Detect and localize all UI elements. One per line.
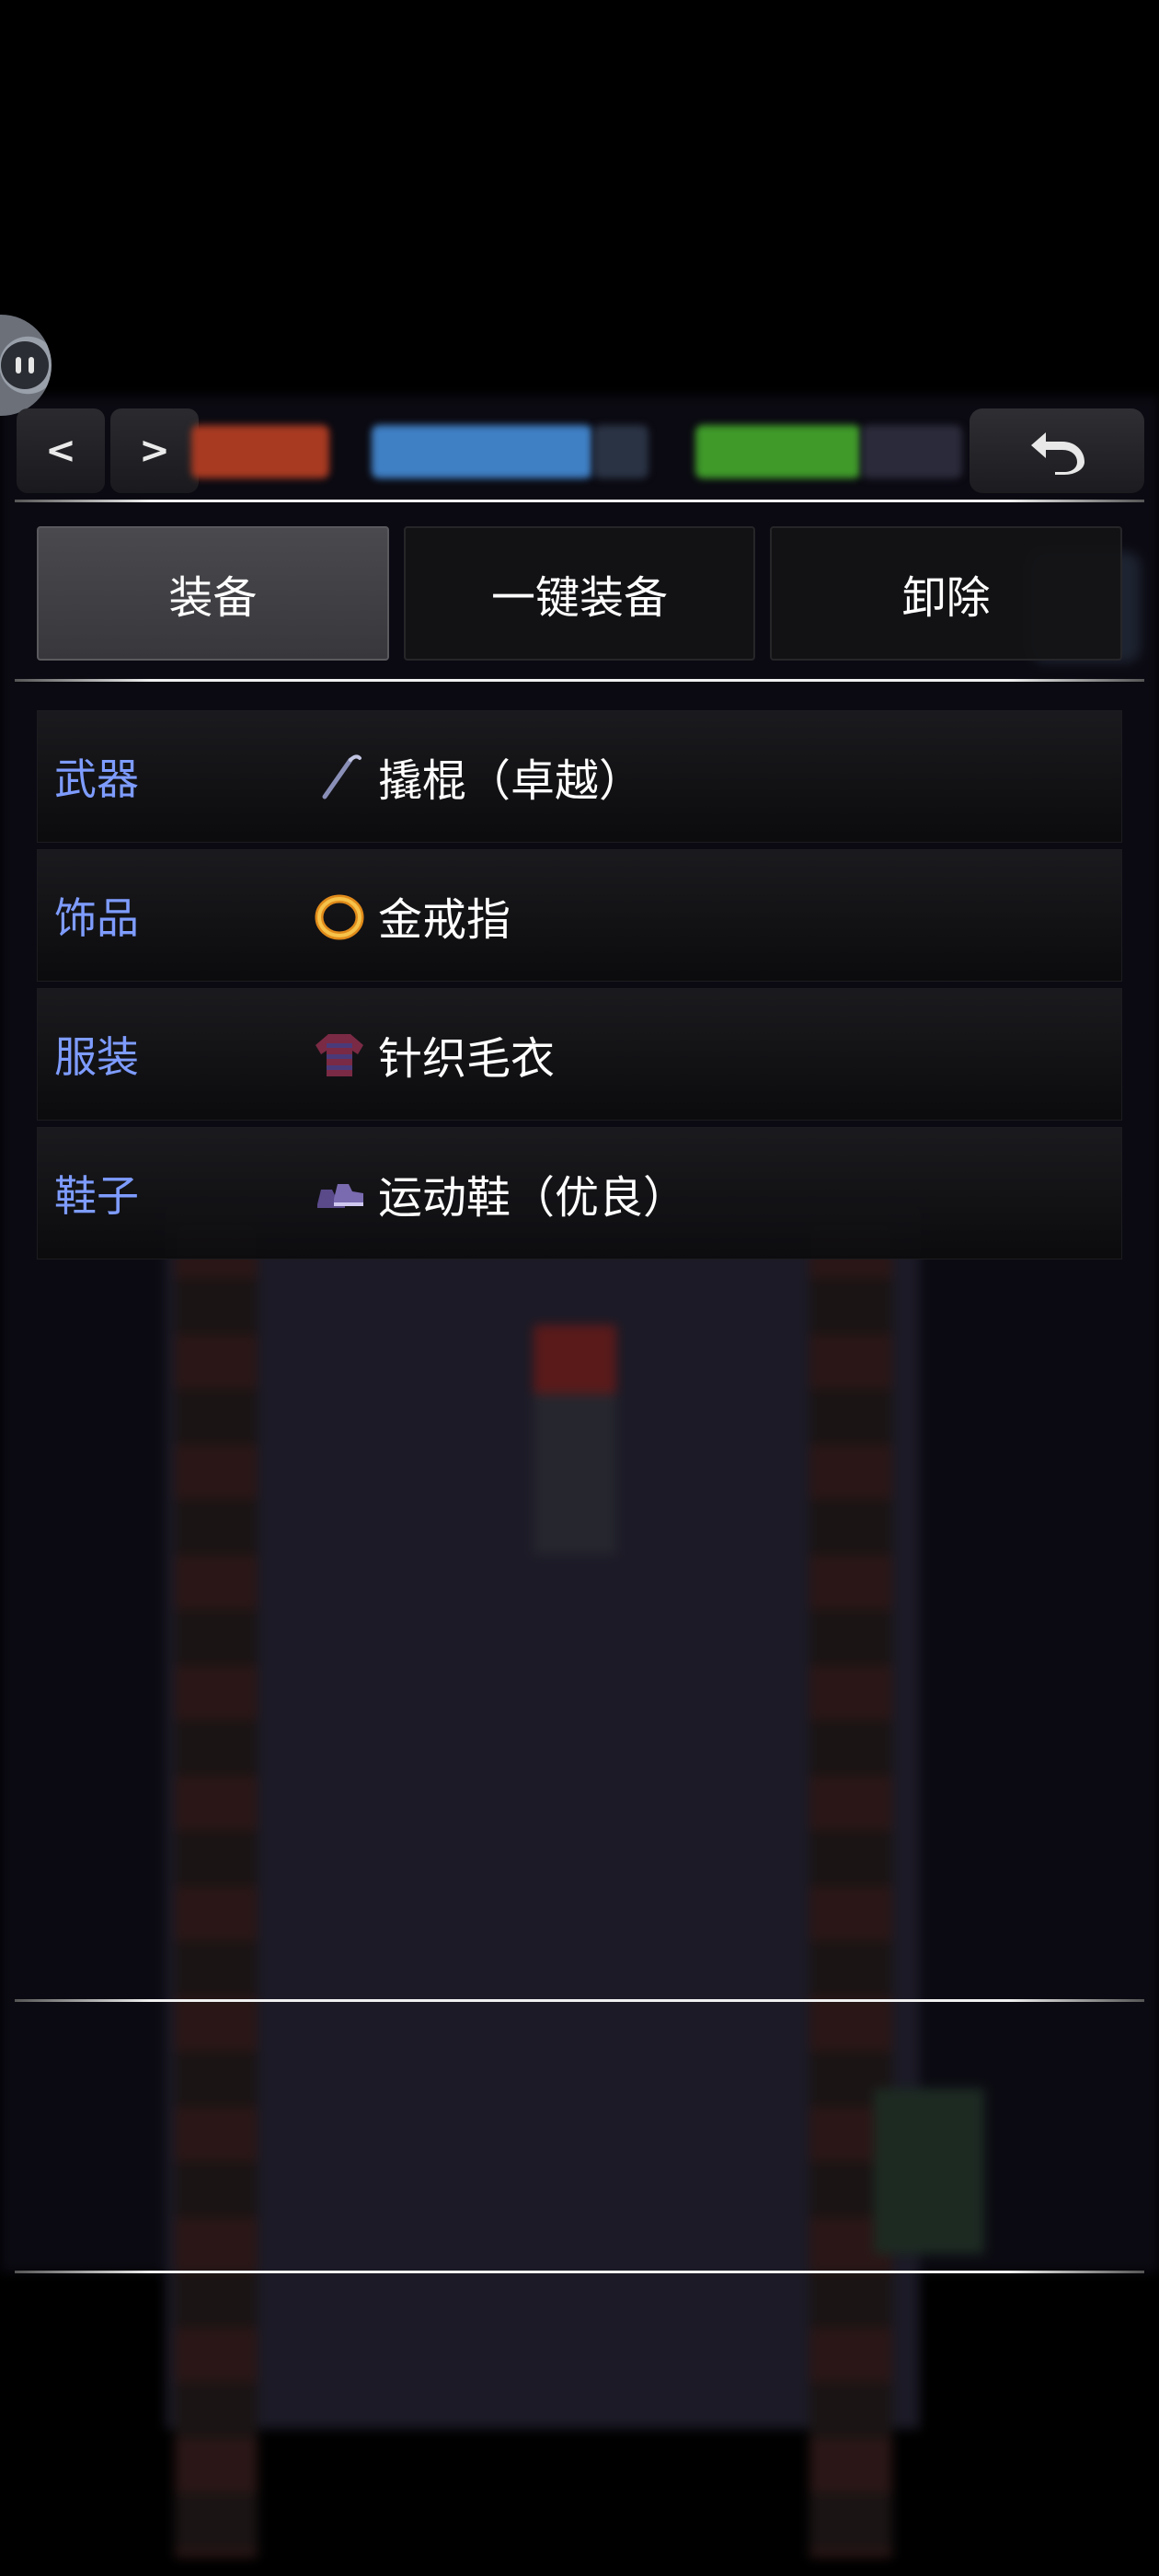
energy-bar-value: [593, 425, 648, 478]
scene-wall-right: [809, 1224, 892, 2558]
next-button[interactable]: >: [110, 408, 199, 493]
tab-quick-equip[interactable]: 一键装备: [403, 526, 756, 661]
equipped-item: 撬棍（卓越）: [314, 744, 643, 809]
sweater-icon: [316, 1034, 363, 1076]
equipped-item: 针织毛衣: [314, 1022, 555, 1087]
tab-unequip[interactable]: 卸除: [770, 526, 1123, 661]
equipment-list: 武器 撬棍（卓越） 饰品 金戒指 服装 针织毛衣 鞋子 运动鞋（优良）: [37, 710, 1122, 1266]
undo-arrow-icon: [1031, 432, 1084, 475]
divider-top: [15, 500, 1144, 502]
equipped-item: 金戒指: [314, 883, 511, 948]
scene-door: [874, 2088, 984, 2254]
action-tabs: 装备 一键装备 卸除: [37, 526, 1123, 661]
equipped-item: 运动鞋（优良）: [314, 1161, 687, 1225]
divider-mid: [15, 1999, 1144, 2002]
slot-label: 饰品: [54, 893, 139, 943]
robot-face-icon: [1, 341, 49, 389]
tab-equip[interactable]: 装备: [37, 526, 389, 661]
item-name: 针织毛衣: [378, 1033, 556, 1085]
gold-ring-icon: [315, 894, 364, 940]
scene-character: [534, 1325, 616, 1555]
equip-row-weapon[interactable]: 武器 撬棍（卓越）: [37, 710, 1122, 843]
stamina-bar-value: [861, 425, 962, 478]
crowbar-icon: [322, 754, 361, 799]
equip-row-clothing[interactable]: 服装 针织毛衣: [37, 988, 1122, 1121]
blurred-game-scene: [0, 396, 1159, 2558]
scene-wall-left: [175, 1224, 258, 2558]
divider-bottom: [15, 2271, 1144, 2273]
item-name: 撬棍（卓越）: [378, 755, 644, 807]
stamina-bar: [695, 425, 861, 478]
prev-button[interactable]: <: [17, 408, 105, 493]
item-name: 运动鞋（优良）: [378, 1172, 688, 1224]
slot-label: 武器: [54, 754, 139, 804]
energy-bar: [372, 425, 592, 478]
slot-label: 服装: [54, 1032, 139, 1082]
divider-tabs: [15, 679, 1144, 682]
sneakers-icon: [317, 1184, 363, 1208]
equip-row-shoes[interactable]: 鞋子 运动鞋（优良）: [37, 1127, 1122, 1259]
back-button[interactable]: [970, 408, 1144, 493]
health-bar: [191, 425, 329, 478]
top-bar: < >: [0, 405, 1159, 493]
equip-row-accessory[interactable]: 饰品 金戒指: [37, 849, 1122, 982]
item-name: 金戒指: [378, 894, 511, 946]
slot-label: 鞋子: [54, 1171, 139, 1221]
equipment-screen: < > 装备 一键装备 卸除 武器 撬棍（卓越） 饰品 金戒指 服装 针织毛衣 …: [0, 0, 1159, 2576]
